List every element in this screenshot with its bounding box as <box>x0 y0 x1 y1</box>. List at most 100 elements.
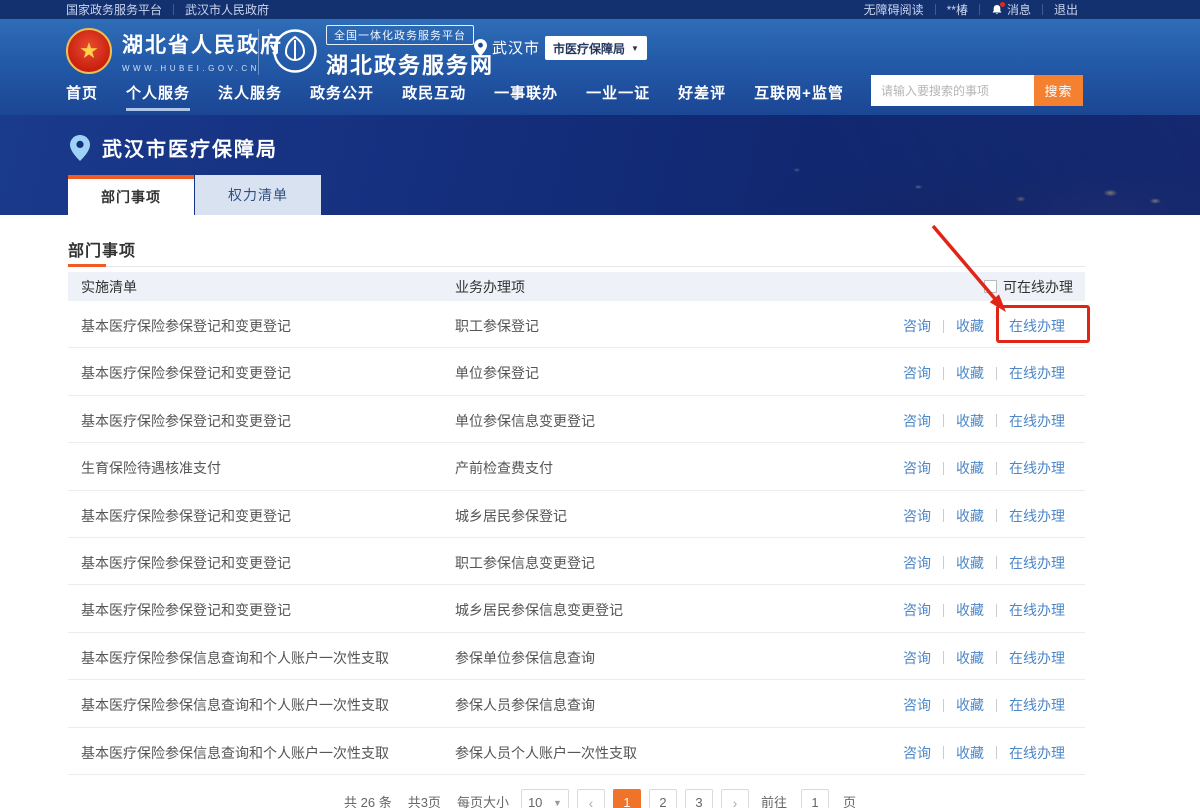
page-size-select[interactable]: 10 ▼ <box>521 789 569 808</box>
goto-page-input[interactable] <box>801 789 829 808</box>
online-handle-link[interactable]: 在线办理 <box>1009 600 1065 620</box>
online-handle-link[interactable]: 在线办理 <box>1009 458 1065 478</box>
nav-item-personal-services[interactable]: 个人服务 <box>126 82 190 111</box>
divider <box>996 509 997 522</box>
favorite-link[interactable]: 收藏 <box>956 648 984 668</box>
chevron-right-icon: › <box>733 795 738 808</box>
nav-item-interaction[interactable]: 政民互动 <box>402 82 466 111</box>
username-link[interactable]: **椿 <box>947 1 968 18</box>
divider <box>943 320 944 333</box>
nav-item-one-license[interactable]: 一业一证 <box>586 82 650 111</box>
site-title-block[interactable]: 全国一体化政务服务平台 湖北政务服务网 <box>326 25 494 80</box>
page-button-2[interactable]: 2 <box>649 789 677 808</box>
divider <box>943 604 944 617</box>
accessibility-link[interactable]: 无障碍阅读 <box>864 1 924 18</box>
nav-item-legal-services[interactable]: 法人服务 <box>218 82 282 111</box>
page-title: 武汉市医疗保障局 <box>102 133 278 162</box>
search-button[interactable]: 搜索 <box>1034 75 1083 106</box>
column-header-list: 实施清单 <box>81 277 137 297</box>
tab-department-items[interactable]: 部门事项 <box>68 175 194 215</box>
consult-link[interactable]: 咨询 <box>903 648 931 668</box>
national-emblem-icon: ★ <box>66 28 112 74</box>
consult-link[interactable]: 咨询 <box>903 506 931 526</box>
section-title: 部门事项 <box>68 237 136 261</box>
row-actions: 咨询 收藏 在线办理 <box>903 458 1065 478</box>
favorite-link[interactable]: 收藏 <box>956 553 984 573</box>
online-handle-link[interactable]: 在线办理 <box>1009 743 1065 763</box>
online-filter[interactable]: 可在线办理 <box>984 277 1073 297</box>
page-size-value: 10 <box>528 795 542 808</box>
wuhan-gov-link[interactable]: 武汉市人民政府 <box>185 1 269 18</box>
divider <box>258 29 259 75</box>
row-actions: 咨询 收藏 在线办理 <box>903 553 1065 573</box>
online-handle-link[interactable]: 在线办理 <box>1009 695 1065 715</box>
list-name: 基本医疗保险参保信息查询和个人账户一次性支取 <box>81 648 389 668</box>
logout-link[interactable]: 退出 <box>1054 1 1078 18</box>
page-button-1[interactable]: 1 <box>613 789 641 808</box>
favorite-link[interactable]: 收藏 <box>956 695 984 715</box>
favorite-link[interactable]: 收藏 <box>956 506 984 526</box>
consult-link[interactable]: 咨询 <box>903 695 931 715</box>
divider <box>996 746 997 759</box>
nav-item-rating[interactable]: 好差评 <box>678 82 726 111</box>
table-row: 基本医疗保险参保登记和变更登记 城乡居民参保登记 咨询 收藏 在线办理 <box>68 491 1085 538</box>
consult-link[interactable]: 咨询 <box>903 458 931 478</box>
table-body: 基本医疗保险参保登记和变更登记 职工参保登记 咨询 收藏 在线办理 基本医疗保险… <box>68 301 1085 775</box>
total-count: 共 26 条 <box>344 789 392 808</box>
row-actions: 咨询 收藏 在线办理 <box>903 506 1065 526</box>
tab-power-list[interactable]: 权力清单 <box>195 175 321 215</box>
nav-item-internet-supervision[interactable]: 互联网+监管 <box>754 82 844 111</box>
list-name: 基本医疗保险参保登记和变更登记 <box>81 363 291 383</box>
consult-link[interactable]: 咨询 <box>903 600 931 620</box>
consult-link[interactable]: 咨询 <box>903 316 931 336</box>
page-button-3[interactable]: 3 <box>685 789 713 808</box>
page: 国家政务服务平台 武汉市人民政府 无障碍阅读 **椿 消息 退出 ★ 湖北省人民… <box>0 0 1200 808</box>
consult-link[interactable]: 咨询 <box>903 743 931 763</box>
favorite-link[interactable]: 收藏 <box>956 743 984 763</box>
divider <box>935 4 936 15</box>
department-dropdown[interactable]: 市医疗保障局 ▼ <box>545 36 647 60</box>
messages-link[interactable]: 消息 <box>1007 1 1031 18</box>
row-actions: 咨询 收藏 在线办理 <box>903 600 1065 620</box>
prev-page-button[interactable]: ‹ <box>577 789 605 808</box>
online-handle-link[interactable]: 在线办理 <box>1009 363 1065 383</box>
favorite-link[interactable]: 收藏 <box>956 316 984 336</box>
row-actions: 咨询 收藏 在线办理 <box>903 743 1065 763</box>
chevron-down-icon: ▼ <box>631 44 639 53</box>
table-row: 基本医疗保险参保登记和变更登记 职工参保信息变更登记 咨询 收藏 在线办理 <box>68 538 1085 585</box>
next-page-button[interactable]: › <box>721 789 749 808</box>
list-name: 基本医疗保险参保登记和变更登记 <box>81 316 291 336</box>
consult-link[interactable]: 咨询 <box>903 411 931 431</box>
favorite-link[interactable]: 收藏 <box>956 411 984 431</box>
divider <box>996 699 997 712</box>
favorite-link[interactable]: 收藏 <box>956 458 984 478</box>
consult-link[interactable]: 咨询 <box>903 553 931 573</box>
city-name: 武汉市 <box>492 37 540 58</box>
online-handle-link[interactable]: 在线办理 <box>1009 648 1065 668</box>
nav-item-joint-handling[interactable]: 一事联办 <box>494 82 558 111</box>
online-handle-link[interactable]: 在线办理 <box>1009 506 1065 526</box>
national-platform-link[interactable]: 国家政务服务平台 <box>66 1 162 18</box>
nav-item-home[interactable]: 首页 <box>66 82 98 111</box>
page-size-label: 每页大小 <box>457 789 509 808</box>
divider <box>943 462 944 475</box>
table-row: 生育保险待遇核准支付 产前检查费支付 咨询 收藏 在线办理 <box>68 443 1085 490</box>
nav-item-gov-disclosure[interactable]: 政务公开 <box>310 82 374 111</box>
item-name: 参保人员个人账户一次性支取 <box>455 743 637 763</box>
list-name: 基本医疗保险参保信息查询和个人账户一次性支取 <box>81 695 389 715</box>
online-handle-link[interactable]: 在线办理 <box>1009 411 1065 431</box>
item-name: 城乡居民参保登记 <box>455 506 567 526</box>
consult-link[interactable]: 咨询 <box>903 363 931 383</box>
city-selector[interactable]: 武汉市 <box>474 37 540 58</box>
online-handle-link[interactable]: 在线办理 <box>1009 316 1065 336</box>
favorite-link[interactable]: 收藏 <box>956 363 984 383</box>
online-filter-checkbox[interactable] <box>984 280 997 293</box>
favorite-link[interactable]: 收藏 <box>956 600 984 620</box>
item-name: 产前检查费支付 <box>455 458 553 478</box>
search-input[interactable] <box>871 75 1034 106</box>
item-name: 职工参保信息变更登记 <box>455 553 595 573</box>
divider <box>943 509 944 522</box>
list-name: 基本医疗保险参保登记和变更登记 <box>81 553 291 573</box>
divider <box>996 367 997 380</box>
online-handle-link[interactable]: 在线办理 <box>1009 553 1065 573</box>
